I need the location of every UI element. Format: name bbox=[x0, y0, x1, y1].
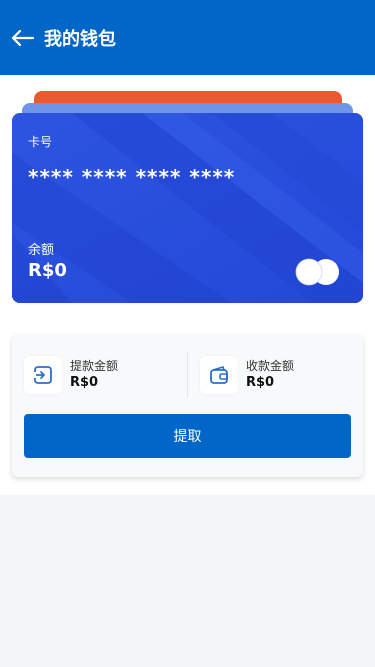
wallet-icon-box bbox=[200, 356, 238, 394]
summary-section: 提款金额 R$0 收款金额 R$0 提取 bbox=[0, 320, 375, 495]
app-header: 我的钱包 bbox=[0, 0, 375, 75]
withdraw-icon bbox=[32, 366, 52, 384]
page-title: 我的钱包 bbox=[44, 28, 116, 50]
receive-amount-label: 收款金额 bbox=[246, 359, 295, 373]
withdraw-amount-value: R$0 bbox=[70, 375, 99, 390]
withdraw-amount-stat: 提款金额 R$0 bbox=[24, 355, 118, 395]
back-button[interactable] bbox=[10, 25, 36, 51]
balance-label: 余额 bbox=[28, 243, 55, 258]
balance-value: R$0 bbox=[28, 260, 67, 281]
receive-amount-stat: 收款金额 R$0 bbox=[200, 355, 294, 395]
withdraw-icon-box bbox=[24, 356, 62, 394]
card-number: **** **** **** **** bbox=[28, 165, 236, 189]
withdraw-button[interactable]: 提取 bbox=[24, 414, 351, 458]
wallet-icon bbox=[210, 366, 228, 384]
stat-divider bbox=[187, 352, 188, 398]
withdraw-amount-label: 提款金额 bbox=[70, 359, 119, 373]
wallet-card[interactable]: 卡号 **** **** **** **** 余额 R$0 bbox=[12, 113, 363, 303]
summary-panel: 提款金额 R$0 收款金额 R$0 提取 bbox=[12, 335, 363, 477]
card-number-label: 卡号 bbox=[28, 135, 53, 149]
card-brand-circles-icon bbox=[295, 258, 339, 286]
arrow-left-icon bbox=[12, 29, 34, 46]
receive-amount-value: R$0 bbox=[246, 375, 275, 390]
card-section: 卡号 **** **** **** **** 余额 R$0 bbox=[0, 75, 375, 320]
